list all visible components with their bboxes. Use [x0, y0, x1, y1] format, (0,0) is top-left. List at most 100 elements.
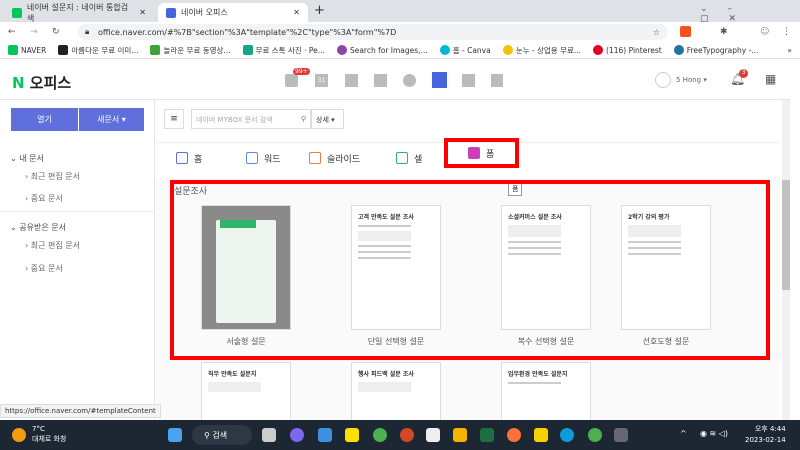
- chrome-icon[interactable]: [373, 428, 387, 442]
- bookmark[interactable]: 눈누 - 상업용 무료...: [502, 45, 581, 56]
- address-book-icon[interactable]: [374, 74, 387, 87]
- forward-icon[interactable]: →: [30, 27, 38, 37]
- new-tab-button[interactable]: +: [314, 3, 325, 18]
- firefox-icon[interactable]: [507, 428, 521, 442]
- start-icon[interactable]: [168, 428, 182, 442]
- close-icon[interactable]: ✕: [139, 8, 146, 17]
- toolbar-area: ≡ 네이버 MYBOX 문서 검색 ⚲ 상세 ▾ 홈 워드 슬라이드 셀 폼: [156, 100, 780, 178]
- search-input[interactable]: 네이버 MYBOX 문서 검색 ⚲: [191, 109, 311, 129]
- template-card-preference[interactable]: 2학기 강의 평가: [621, 205, 711, 330]
- tab-form[interactable]: 폼: [444, 138, 519, 168]
- template-area: 설문조사 폼 고객 만족도 설문 조사 소셜커머스 설문 조사 2학기 강의 평…: [156, 178, 780, 432]
- app-header: N 오피스 99+ 31 5 Hong ▾ 🔔︎ 3 ▦: [0, 62, 790, 100]
- tab-word[interactable]: 워드: [226, 143, 281, 173]
- chat-icon[interactable]: [290, 428, 304, 442]
- naver-favicon: [12, 7, 22, 18]
- open-button[interactable]: 열기: [11, 108, 78, 131]
- browser-tab-bar: 네이버 설문지 : 네이버 통합검색 ✕ 네이버 오피스 ✕ + ⌄–▢✕: [0, 0, 800, 24]
- avatar: [655, 72, 671, 88]
- status-url: https://office.naver.com/#templateConten…: [0, 404, 161, 418]
- home-grid-icon: [176, 152, 188, 164]
- sidebar-item-recent[interactable]: › 최근 편집 문서: [25, 171, 80, 182]
- excel-icon[interactable]: [480, 428, 494, 442]
- calendar-icon[interactable]: 31: [315, 74, 328, 87]
- sidebar-item-important[interactable]: › 중요 문서: [25, 193, 63, 204]
- edge-icon[interactable]: [560, 428, 574, 442]
- task-view-icon[interactable]: [262, 428, 276, 442]
- mail-icon[interactable]: [285, 74, 298, 87]
- bookmark[interactable]: 놀라운 무료 동영상...: [150, 45, 231, 56]
- template-card-single[interactable]: 고객 만족도 설문 조사: [351, 205, 441, 330]
- detail-search-button[interactable]: 상세 ▾: [311, 109, 344, 129]
- template-card-multiple[interactable]: 소셜커머스 설문 조사: [501, 205, 591, 330]
- wifi-sound-icons[interactable]: ◉ ≋ ◁): [700, 429, 728, 438]
- logo[interactable]: N 오피스: [12, 72, 71, 93]
- bookmark[interactable]: 홈 - Canva: [439, 45, 491, 56]
- card-label: 복수 선택형 설문: [517, 337, 575, 346]
- sidebar: 열기 새문서 ▾ ⌄ 내 문서 › 최근 편집 문서 › 중요 문서 ⌄ 공유받…: [0, 100, 155, 420]
- tab-home[interactable]: 홈: [156, 143, 202, 173]
- more-bookmarks[interactable]: »: [787, 46, 792, 55]
- taskbar: 7°C 대체로 화창 ⚲ 검색 ^ ◉ ≋ ◁) 오후 4:44 2023-02-1…: [0, 420, 800, 450]
- menu-icon[interactable]: ⋮: [782, 27, 791, 37]
- card-label: 선호도형 설문: [642, 337, 690, 346]
- snip-icon[interactable]: [426, 428, 440, 442]
- close-icon[interactable]: ✕: [293, 8, 300, 17]
- new-document-button[interactable]: 새문서 ▾: [79, 108, 144, 131]
- window-controls[interactable]: ⌄–▢✕: [700, 4, 800, 24]
- powerpoint-icon[interactable]: [400, 428, 414, 442]
- apps-grid-icon[interactable]: ▦: [765, 72, 776, 86]
- contacts-icon[interactable]: [345, 74, 358, 87]
- browser-tab[interactable]: 네이버 설문지 : 네이버 통합검색 ✕: [4, 3, 154, 23]
- bookmark[interactable]: 무료 스톡 사진 · Pe...: [242, 45, 325, 56]
- clock[interactable]: 오후 4:44 2023-02-14: [745, 424, 786, 446]
- mail-badge: 99+: [293, 68, 310, 75]
- vault-icon[interactable]: [403, 74, 416, 87]
- template-card-descriptive[interactable]: [201, 205, 291, 330]
- address-bar-row: ← → ↻ 🔒︎ office.naver.com/#%7B"section"%3…: [0, 22, 800, 42]
- url-input[interactable]: 🔒︎ office.naver.com/#%7B"section"%3A"temp…: [78, 24, 668, 40]
- weather-icon: [12, 428, 26, 442]
- star-icon[interactable]: ☆: [653, 28, 660, 37]
- sidebar-section-shared[interactable]: ⌄ 공유받은 문서: [10, 222, 66, 233]
- settings-icon[interactable]: [614, 428, 628, 442]
- form-icon: [468, 147, 480, 159]
- user-menu[interactable]: 5 Hong ▾: [655, 72, 707, 88]
- bookmark[interactable]: NAVER: [8, 45, 46, 55]
- office-icon[interactable]: [432, 72, 447, 88]
- bookmark[interactable]: Search for Images,...: [336, 45, 428, 55]
- bookmark[interactable]: FreeTypography -...: [673, 45, 758, 55]
- tray-chevron-icon[interactable]: ^: [680, 429, 687, 438]
- kakaotalk-icon[interactable]: [345, 428, 359, 442]
- taskbar-search[interactable]: ⚲ 검색: [192, 425, 252, 445]
- sticky-notes-icon[interactable]: [534, 428, 548, 442]
- profile-icon[interactable]: ☺: [760, 27, 769, 37]
- tab-cell[interactable]: 셀: [376, 143, 422, 173]
- browser-tab-active[interactable]: 네이버 오피스 ✕: [158, 3, 308, 22]
- url-text: office.naver.com/#%7B"section"%3A"templa…: [98, 27, 397, 37]
- folder-icon[interactable]: [453, 428, 467, 442]
- sidebar-item-shared-important[interactable]: › 중요 문서: [25, 263, 63, 274]
- home-icon[interactable]: [462, 74, 475, 87]
- puzzle-icon[interactable]: ✱: [720, 27, 728, 37]
- sidebar-section-my-docs[interactable]: ⌄ 내 문서: [10, 153, 44, 164]
- search-icon: ⚲: [300, 115, 306, 123]
- tab-title: 네이버 오피스: [181, 8, 228, 17]
- sidebar-item-shared-recent[interactable]: › 최근 편집 문서: [25, 240, 80, 251]
- hamburger-icon[interactable]: ≡: [164, 109, 184, 129]
- reload-icon[interactable]: ↻: [52, 27, 60, 37]
- back-icon[interactable]: ←: [8, 27, 16, 37]
- chrome-profile-icon[interactable]: [588, 428, 602, 442]
- slide-icon: [309, 152, 321, 164]
- bookmarks-bar: NAVER 아름다운 무료 이미... 놀라운 무료 동영상... 무료 스톡 …: [0, 42, 800, 59]
- bookmark-icon[interactable]: [491, 74, 503, 87]
- bookmark[interactable]: (116) Pinterest: [593, 45, 662, 55]
- extension-icon[interactable]: [680, 26, 691, 37]
- word-icon: [246, 152, 258, 164]
- bookmark[interactable]: 아름다운 무료 이미...: [58, 45, 138, 56]
- weather-widget[interactable]: 7°C 대체로 화창: [32, 424, 66, 444]
- notepad-icon[interactable]: [318, 428, 332, 442]
- scrollbar[interactable]: [782, 100, 790, 420]
- tab-slide[interactable]: 슬라이드: [289, 143, 360, 173]
- card-label: 단일 선택형 설문: [367, 337, 425, 346]
